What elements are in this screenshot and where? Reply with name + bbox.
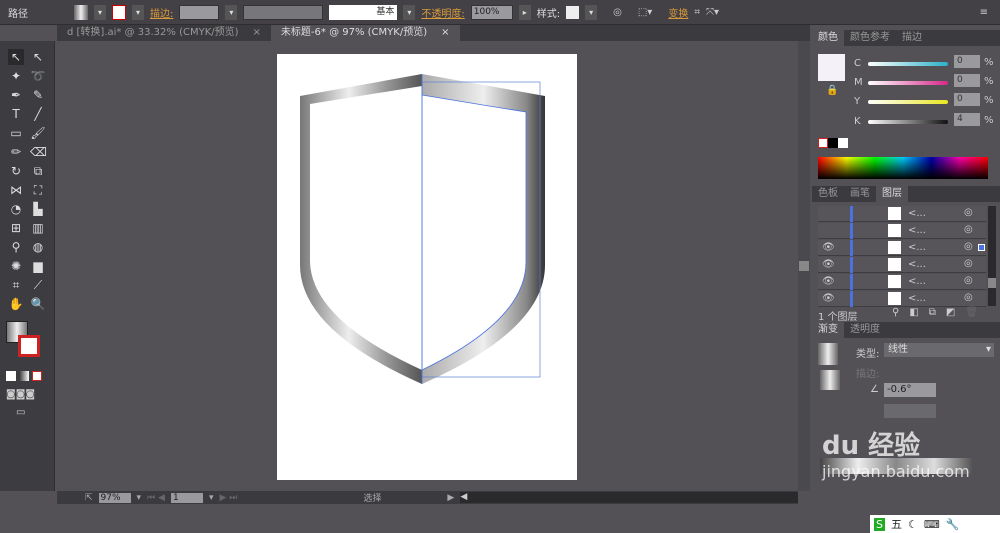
status-menu-icon[interactable]: ▶ [447,493,454,503]
color-spectrum[interactable] [818,157,988,179]
layer-count: 1 个图层 [818,312,858,323]
angle-icon: ∠ [870,384,879,395]
gradient-stroke-swatch[interactable] [820,370,840,390]
status-bar: ⇱ 97% ▾ ⏮ ◀ 1 ▾ ▶ ⏭ 选择 ▶ ◀ [57,491,798,504]
quick-swatches[interactable] [818,138,848,148]
layer-row[interactable]: 👁 <... ◎ [818,291,986,307]
target-icon[interactable]: ◎ [964,292,973,303]
tab-color-guide[interactable]: 颜色参考 [844,30,896,46]
export-icon[interactable]: ⇱ [85,493,93,503]
tab-swatches[interactable]: 色板 [812,186,844,202]
layer-name[interactable]: <... [908,208,926,219]
selection-indicator[interactable] [978,244,985,251]
eye-icon[interactable]: 👁 [822,259,835,270]
ime-toolbar[interactable]: S 五 ☾ ⌨ 🔧 [870,515,1000,533]
search-icon: ⚲ [892,307,900,318]
vertical-scrollbar[interactable] [798,41,810,491]
gradient-panel-tabs: 渐变 透明度 [812,322,1000,338]
layer-thumbnail [888,224,901,237]
channel-label: Y [854,96,861,107]
target-icon[interactable]: ◎ [964,258,973,269]
layer-thumbnail [888,258,901,271]
tab-color[interactable]: 颜色 [812,30,844,46]
layer-thumbnail [888,241,901,254]
shield-left-half [300,74,422,384]
layer-name[interactable]: <... [908,225,926,236]
gradient-stroke-label: 描边: [856,369,880,380]
yellow-slider[interactable] [868,100,948,104]
layer-row[interactable]: 👁 <... ◎ [818,274,986,290]
trash-icon: 🗑 [965,307,979,318]
black-value[interactable]: 4 [954,113,980,126]
zoom-select[interactable]: 97% [98,492,131,503]
target-icon[interactable]: ◎ [964,224,973,235]
target-icon[interactable]: ◎ [964,275,973,286]
channel-label: K [854,116,861,127]
tab-transparency[interactable]: 透明度 [844,322,886,338]
unit: % [984,76,994,87]
tab-brushes[interactable]: 画笔 [844,186,876,202]
chevron-down-icon[interactable]: ▾ [137,493,142,503]
layer-actions[interactable]: ⚲ ◧ ⧉ ◩ 🗑 [892,307,978,318]
next-page-icon[interactable]: ▶ ⏭ [220,493,238,503]
unit: % [984,57,994,68]
keyboard-icon: ⌨ [923,517,940,531]
moon-icon: ☾ [907,517,918,531]
gradient-preview[interactable] [818,343,838,365]
baidu-watermark: du 经验 jingyan.baidu.com [822,431,970,481]
chevron-down-icon[interactable]: ▾ [209,493,214,503]
tab-gradient[interactable]: 渐变 [812,322,844,338]
unit: % [984,95,994,106]
gradient-type-label: 类型: [856,349,880,360]
gradient-type-select[interactable]: 线性 ▾ [884,343,994,357]
layer-row[interactable]: 👁 <... ◎ [818,257,986,273]
eye-icon[interactable]: 👁 [822,276,835,287]
magenta-slider[interactable] [868,81,948,85]
first-page-icon[interactable]: ⏮ ◀ [147,493,165,503]
channel-label: M [854,77,863,88]
layer-thumbnail [888,292,901,305]
page-select[interactable]: 1 [170,492,203,503]
layer-thumbnail [888,275,901,288]
target-icon[interactable]: ◎ [964,241,973,252]
tab-stroke[interactable]: 描边 [896,30,928,46]
tab-layers[interactable]: 图层 [876,186,908,202]
color-panel-tabs: 颜色 颜色参考 描边 [812,30,1000,46]
layer-name[interactable]: <... [908,259,926,270]
new-sublayer-icon: ⧉ [928,307,936,318]
cyan-value[interactable]: 0 [954,55,980,68]
clipping-mask-icon: ◧ [909,307,919,318]
layers-panel-tabs: 色板 画笔 图层 [812,186,1000,202]
layers-scrollbar[interactable] [988,206,996,306]
magenta-value[interactable]: 0 [954,74,980,87]
color-preview-swatch[interactable] [818,54,845,81]
black-slider[interactable] [868,120,948,124]
layer-row[interactable]: <... ◎ [818,223,986,239]
right-panels: 颜色 颜色参考 描边 🔒 C 0 % M 0 % Y 0 % K 4 % 色板 … [812,30,1000,533]
target-icon[interactable]: ◎ [964,207,973,218]
unit: % [984,115,994,126]
layer-row[interactable]: <... ◎ [818,206,986,222]
layer-thumbnail [888,207,901,220]
layer-name[interactable]: <... [908,242,926,253]
aspect-ratio-input[interactable] [884,404,936,418]
shield-right-half [422,74,545,384]
lock-icon: 🔒 [826,85,839,96]
layer-row[interactable]: 👁 <... ◎ [818,240,986,256]
angle-input[interactable]: -0.6° [884,383,936,397]
layer-name[interactable]: <... [908,276,926,287]
channel-label: C [854,58,861,69]
eye-icon[interactable]: 👁 [822,293,835,304]
eye-icon[interactable]: 👁 [822,242,835,253]
current-tool-status: 选择 [363,494,382,504]
horizontal-scrollbar[interactable]: ◀ [460,492,798,503]
sogou-icon: S [874,517,885,531]
cyan-slider[interactable] [868,62,948,66]
yellow-value[interactable]: 0 [954,93,980,106]
wrench-icon: 🔧 [945,517,960,531]
new-layer-icon: ◩ [945,307,956,318]
layer-name[interactable]: <... [908,293,926,304]
selection-bounding-box [421,81,541,378]
